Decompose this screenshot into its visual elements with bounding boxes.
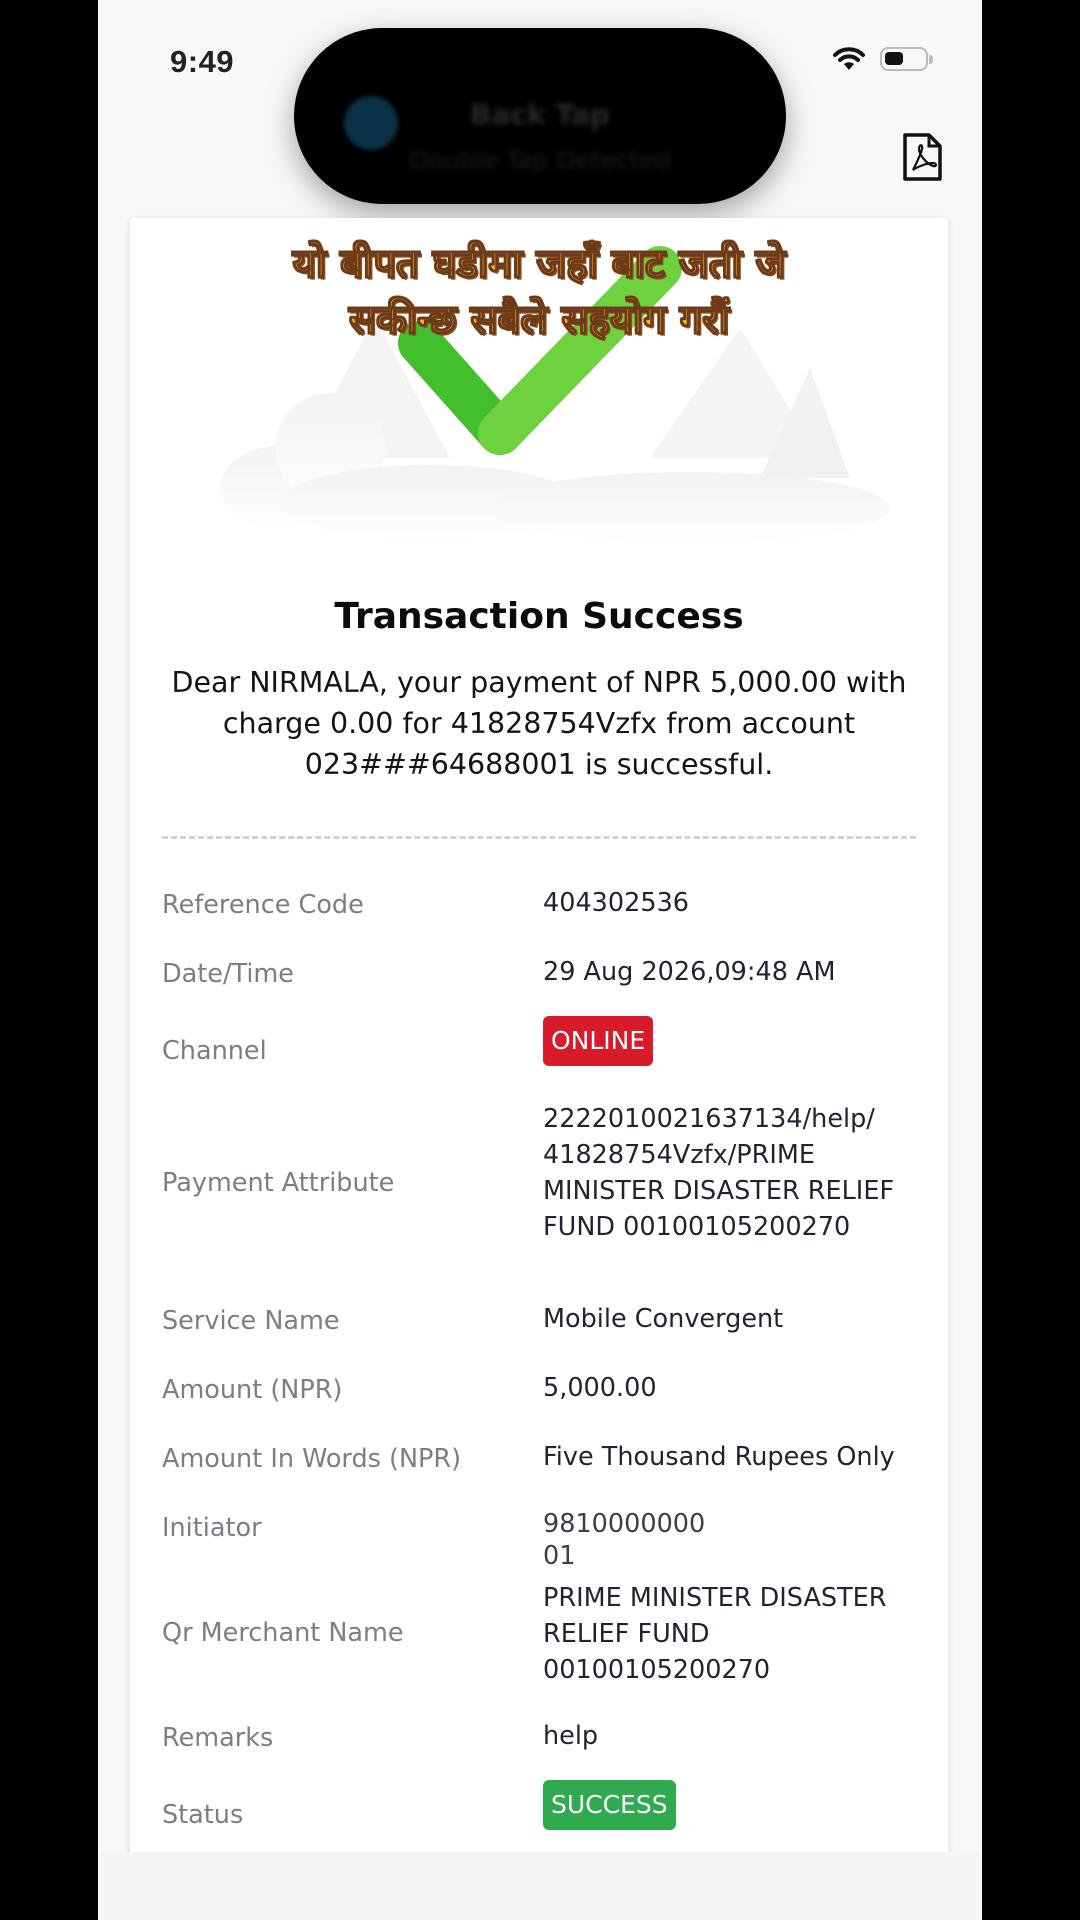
detail-value: Five Thousand Rupees Only (543, 1442, 895, 1472)
detail-label: Reference Code (162, 890, 364, 920)
detail-value: Mobile Convergent (543, 1304, 784, 1334)
detail-value: help (543, 1721, 599, 1751)
detail-label: Service Name (162, 1306, 340, 1336)
overlay-caption-line: यो बीपत घडीमा जहाँ बाट जती जे (292, 240, 786, 287)
transaction-receipt-card: यो बीपत घडीमा जहाँ बाट जती जे सकीन्छ सबै… (130, 218, 948, 1852)
wifi-icon (833, 47, 865, 70)
pdf-file-icon[interactable] (900, 132, 944, 182)
detail-label: Date/Time (162, 959, 294, 989)
detail-label: Qr Merchant Name (162, 1618, 404, 1648)
detail-label: Initiator (162, 1513, 262, 1543)
status-badge: SUCCESS (543, 1780, 676, 1830)
bottom-bar (98, 1852, 982, 1920)
detail-label: Amount (NPR) (162, 1375, 343, 1405)
detail-label: Remarks (162, 1723, 274, 1753)
detail-value: PRIME MINISTER DISASTER RELIEF FUND 0010… (543, 1583, 887, 1685)
detail-value: 9810000000 01 (543, 1509, 706, 1571)
status-time: 9:49 (170, 44, 235, 79)
detail-label: Amount In Words (NPR) (162, 1444, 462, 1474)
detail-value: 29 Aug 2026,09:48 AM (543, 957, 836, 987)
detail-label: Channel (162, 1036, 267, 1066)
detail-value: 2222010021637134/help/ 41828754Vzfx/PRIM… (543, 1104, 895, 1242)
channel-badge: ONLINE (543, 1016, 654, 1066)
overlay-caption: यो बीपत घडीमा जहाँ बाट जती जे सकीन्छ सबै… (130, 236, 948, 348)
notification-title: Back Tap (470, 98, 610, 131)
overlay-caption-line: सकीन्छ सबैले सहयोग गरौं (348, 296, 729, 343)
transaction-message: Dear NIRMALA, your payment of NPR 5,000.… (171, 666, 907, 781)
battery-icon (880, 47, 933, 71)
dynamic-island-notification: Back Tap Double Tap Detected (294, 28, 786, 204)
detail-value: 404302536 (543, 888, 690, 918)
status-icons (832, 46, 933, 72)
notification-subtitle: Double Tap Detected (409, 146, 671, 175)
dashed-divider (162, 836, 916, 839)
detail-value: 5,000.00 (543, 1373, 657, 1403)
detail-label: Status (162, 1800, 244, 1830)
phone-screen: 9:49 Back Tap Double Tap Detected यो बीप… (98, 0, 982, 1852)
detail-label: Payment Attribute (162, 1168, 395, 1198)
page-title: Transaction Success (334, 596, 744, 637)
